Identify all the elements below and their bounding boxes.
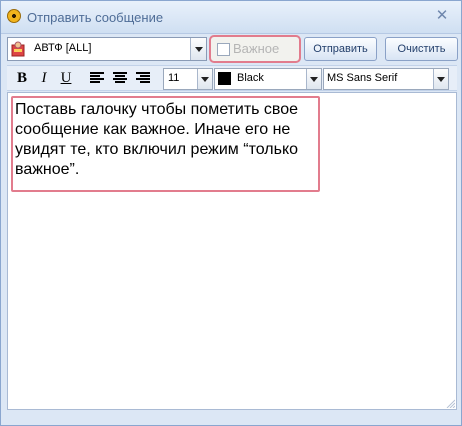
editor-text: Поставь галочку чтобы пометить свое сооб… — [15, 101, 299, 178]
align-right-icon[interactable] — [136, 72, 150, 84]
hint-callout: Поставь галочку чтобы пометить свое сооб… — [11, 96, 320, 192]
align-left-icon[interactable] — [90, 72, 104, 84]
important-toggle[interactable]: Важное — [209, 35, 301, 63]
window-title: Отправить сообщение — [27, 10, 164, 25]
message-window: Отправить сообщение ✕ АВТФ [ALL] Важное … — [0, 0, 462, 426]
clear-button[interactable]: Очистить — [385, 37, 458, 61]
recipient-dropdown[interactable]: АВТФ [ALL] — [7, 37, 207, 61]
close-icon[interactable]: ✕ — [435, 8, 449, 23]
important-checkbox[interactable] — [217, 43, 230, 56]
underline-button[interactable]: U — [57, 69, 75, 87]
color-swatch — [218, 72, 231, 85]
recipient-value: АВТФ [ALL] — [34, 42, 92, 54]
italic-button[interactable]: I — [35, 69, 53, 87]
user-icon — [11, 41, 25, 57]
bold-button[interactable]: B — [13, 69, 31, 87]
color-value: Black — [237, 72, 264, 84]
align-center-icon[interactable] — [113, 72, 127, 84]
font-family-select[interactable]: MS Sans Serif — [323, 68, 449, 90]
color-select[interactable]: Black — [214, 68, 322, 90]
font-size-value: 11 — [168, 72, 180, 84]
format-toolbar: B I U 11 Black MS Sans Serif — [7, 65, 457, 91]
chevron-down-icon[interactable] — [197, 69, 212, 89]
important-label: Важное — [233, 41, 280, 56]
resize-grip-icon[interactable] — [445, 398, 455, 408]
message-editor[interactable]: Поставь галочку чтобы пометить свое сооб… — [7, 92, 457, 410]
send-button[interactable]: Отправить — [304, 37, 377, 61]
top-toolbar: АВТФ [ALL] Важное Отправить Очистить — [7, 35, 458, 63]
chevron-down-icon[interactable] — [433, 69, 448, 89]
chevron-down-icon[interactable] — [306, 69, 321, 89]
font-size-select[interactable]: 11 — [163, 68, 213, 90]
font-family-value: MS Sans Serif — [327, 72, 398, 84]
radiation-icon — [7, 9, 21, 23]
title-bar[interactable]: Отправить сообщение ✕ — [1, 1, 461, 34]
chevron-down-icon[interactable] — [190, 38, 206, 60]
